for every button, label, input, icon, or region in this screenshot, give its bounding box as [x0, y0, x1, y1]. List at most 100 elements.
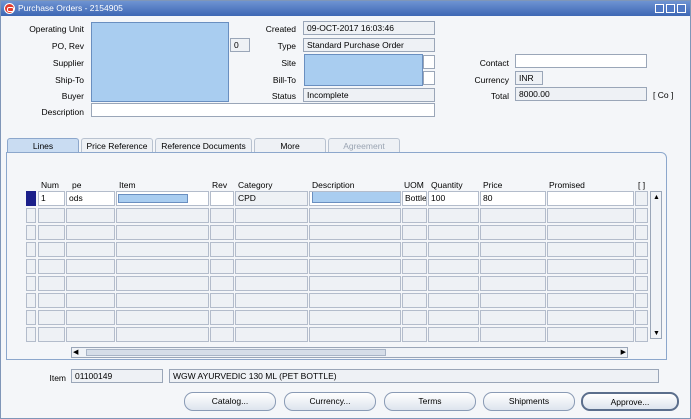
- table-cell[interactable]: [480, 208, 546, 223]
- cell-item[interactable]: [116, 191, 209, 206]
- table-cell[interactable]: [66, 293, 115, 308]
- table-cell[interactable]: [38, 310, 65, 325]
- table-cell[interactable]: [309, 225, 401, 240]
- cell-category[interactable]: CPD: [235, 191, 308, 206]
- table-cell[interactable]: [428, 293, 479, 308]
- table-cell[interactable]: [116, 208, 209, 223]
- table-cell[interactable]: [402, 259, 427, 274]
- table-cell[interactable]: [210, 327, 234, 342]
- cell-flex[interactable]: [635, 191, 648, 206]
- table-cell[interactable]: [66, 327, 115, 342]
- table-cell[interactable]: [428, 208, 479, 223]
- table-cell[interactable]: [116, 310, 209, 325]
- maximize-icon[interactable]: [666, 4, 675, 13]
- table-cell[interactable]: [635, 310, 648, 325]
- tab-lines[interactable]: Lines: [7, 138, 79, 152]
- table-cell[interactable]: [38, 293, 65, 308]
- cell-uom[interactable]: Bottle: [402, 191, 427, 206]
- cell-num[interactable]: 1: [38, 191, 65, 206]
- table-cell[interactable]: [402, 327, 427, 342]
- row-indicator[interactable]: [26, 310, 36, 325]
- table-cell[interactable]: [480, 276, 546, 291]
- terms-button[interactable]: Terms: [384, 392, 476, 411]
- table-cell[interactable]: [235, 208, 308, 223]
- table-cell[interactable]: [428, 310, 479, 325]
- table-cell[interactable]: [66, 242, 115, 257]
- currency-button[interactable]: Currency...: [284, 392, 376, 411]
- table-cell[interactable]: [547, 242, 634, 257]
- table-cell[interactable]: [116, 293, 209, 308]
- table-cell[interactable]: [309, 208, 401, 223]
- bill-to-lov-field[interactable]: [423, 71, 435, 85]
- table-cell[interactable]: [235, 327, 308, 342]
- table-cell[interactable]: [635, 276, 648, 291]
- table-cell[interactable]: [210, 310, 234, 325]
- table-cell[interactable]: [309, 276, 401, 291]
- tab-reference-documents[interactable]: Reference Documents: [155, 138, 252, 152]
- minimize-icon[interactable]: [655, 4, 664, 13]
- table-cell[interactable]: [402, 276, 427, 291]
- table-cell[interactable]: [38, 225, 65, 240]
- table-cell[interactable]: [428, 259, 479, 274]
- table-cell[interactable]: [547, 225, 634, 240]
- site-lov-field[interactable]: [423, 55, 435, 69]
- table-cell[interactable]: [38, 208, 65, 223]
- table-cell[interactable]: [210, 225, 234, 240]
- approve-button[interactable]: Approve...: [581, 392, 679, 411]
- row-indicator[interactable]: [26, 293, 36, 308]
- table-cell[interactable]: [428, 276, 479, 291]
- table-cell[interactable]: [235, 293, 308, 308]
- cell-price[interactable]: 80: [480, 191, 546, 206]
- vertical-scrollbar[interactable]: ▲ ▼: [650, 191, 662, 339]
- contact-field[interactable]: [515, 54, 647, 68]
- table-cell[interactable]: [309, 327, 401, 342]
- table-cell[interactable]: [480, 225, 546, 240]
- table-cell[interactable]: [547, 310, 634, 325]
- row-indicator[interactable]: [26, 259, 36, 274]
- table-cell[interactable]: [116, 242, 209, 257]
- table-cell[interactable]: [210, 276, 234, 291]
- scroll-up-icon[interactable]: ▲: [653, 194, 660, 201]
- scroll-down-icon[interactable]: ▼: [653, 330, 660, 337]
- table-cell[interactable]: [480, 293, 546, 308]
- table-cell[interactable]: [66, 259, 115, 274]
- scroll-thumb[interactable]: [86, 349, 386, 356]
- cell-rev[interactable]: [210, 191, 234, 206]
- table-cell[interactable]: [210, 208, 234, 223]
- table-cell[interactable]: [66, 208, 115, 223]
- row-indicator-current[interactable]: [26, 191, 36, 206]
- table-cell[interactable]: [480, 242, 546, 257]
- table-cell[interactable]: [38, 327, 65, 342]
- cell-quantity[interactable]: 100: [428, 191, 479, 206]
- table-cell[interactable]: [66, 225, 115, 240]
- row-indicator[interactable]: [26, 327, 36, 342]
- table-cell[interactable]: [428, 242, 479, 257]
- table-cell[interactable]: [402, 310, 427, 325]
- table-cell[interactable]: [547, 276, 634, 291]
- table-cell[interactable]: [428, 225, 479, 240]
- table-cell[interactable]: [635, 225, 648, 240]
- table-cell[interactable]: [402, 242, 427, 257]
- table-cell[interactable]: [635, 259, 648, 274]
- table-cell[interactable]: [402, 225, 427, 240]
- total-flag[interactable]: [ Co ]: [653, 90, 679, 100]
- table-cell[interactable]: [210, 259, 234, 274]
- scroll-right-icon[interactable]: ▶: [621, 348, 626, 356]
- table-cell[interactable]: [480, 327, 546, 342]
- table-cell[interactable]: [210, 293, 234, 308]
- table-cell[interactable]: [116, 276, 209, 291]
- table-cell[interactable]: [66, 310, 115, 325]
- table-cell[interactable]: [66, 276, 115, 291]
- scroll-left-icon[interactable]: ◀: [73, 348, 78, 356]
- table-cell[interactable]: [309, 310, 401, 325]
- description-field[interactable]: [91, 103, 435, 117]
- table-cell[interactable]: [402, 208, 427, 223]
- table-cell[interactable]: [38, 259, 65, 274]
- table-cell[interactable]: [235, 242, 308, 257]
- site-billto-selection[interactable]: [304, 54, 423, 86]
- table-cell[interactable]: [309, 242, 401, 257]
- table-cell[interactable]: [480, 310, 546, 325]
- table-cell[interactable]: [116, 259, 209, 274]
- cell-promised[interactable]: [547, 191, 634, 206]
- table-cell[interactable]: [547, 327, 634, 342]
